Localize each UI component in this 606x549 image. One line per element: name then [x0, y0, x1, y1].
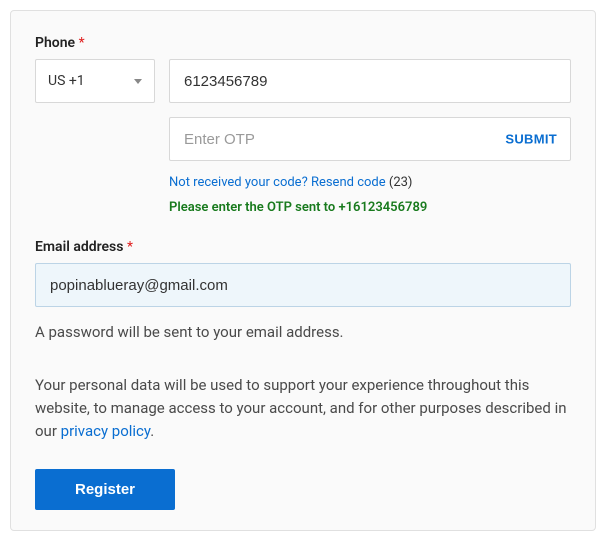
phone-number-input[interactable]	[169, 59, 571, 103]
submit-otp-button[interactable]: SUBMIT	[505, 132, 557, 147]
resend-code-link[interactable]: Not received your code? Resend code	[169, 175, 386, 190]
resend-code-row: Not received your code? Resend code (23)	[169, 175, 571, 190]
resend-countdown: (23)	[389, 175, 413, 190]
registration-form: Phone * US +1 SUBMIT Not received your c…	[10, 10, 596, 531]
email-label: Email address *	[35, 239, 571, 255]
otp-input-wrap: SUBMIT	[169, 117, 571, 161]
phone-row: US +1 SUBMIT Not received your code? Res…	[35, 59, 571, 215]
phone-label: Phone *	[35, 35, 571, 51]
privacy-text-suffix: .	[150, 422, 154, 440]
email-group: Email address *	[35, 239, 571, 307]
chevron-down-icon	[134, 79, 142, 84]
country-code-value: US +1	[48, 73, 85, 89]
phone-label-text: Phone	[35, 35, 75, 51]
phone-required-asterisk: *	[79, 35, 85, 51]
register-button[interactable]: Register	[35, 469, 175, 510]
email-field[interactable]	[35, 263, 571, 307]
otp-sent-message: Please enter the OTP sent to +1612345678…	[169, 200, 571, 215]
email-required-asterisk: *	[127, 239, 133, 255]
privacy-policy-link[interactable]: privacy policy	[61, 422, 151, 440]
email-label-text: Email address	[35, 239, 123, 255]
password-helper-text: A password will be sent to your email ad…	[35, 321, 571, 344]
privacy-text: Your personal data will be used to suppo…	[35, 374, 571, 444]
country-code-select[interactable]: US +1	[35, 59, 155, 103]
phone-right-column: SUBMIT Not received your code? Resend co…	[169, 59, 571, 215]
